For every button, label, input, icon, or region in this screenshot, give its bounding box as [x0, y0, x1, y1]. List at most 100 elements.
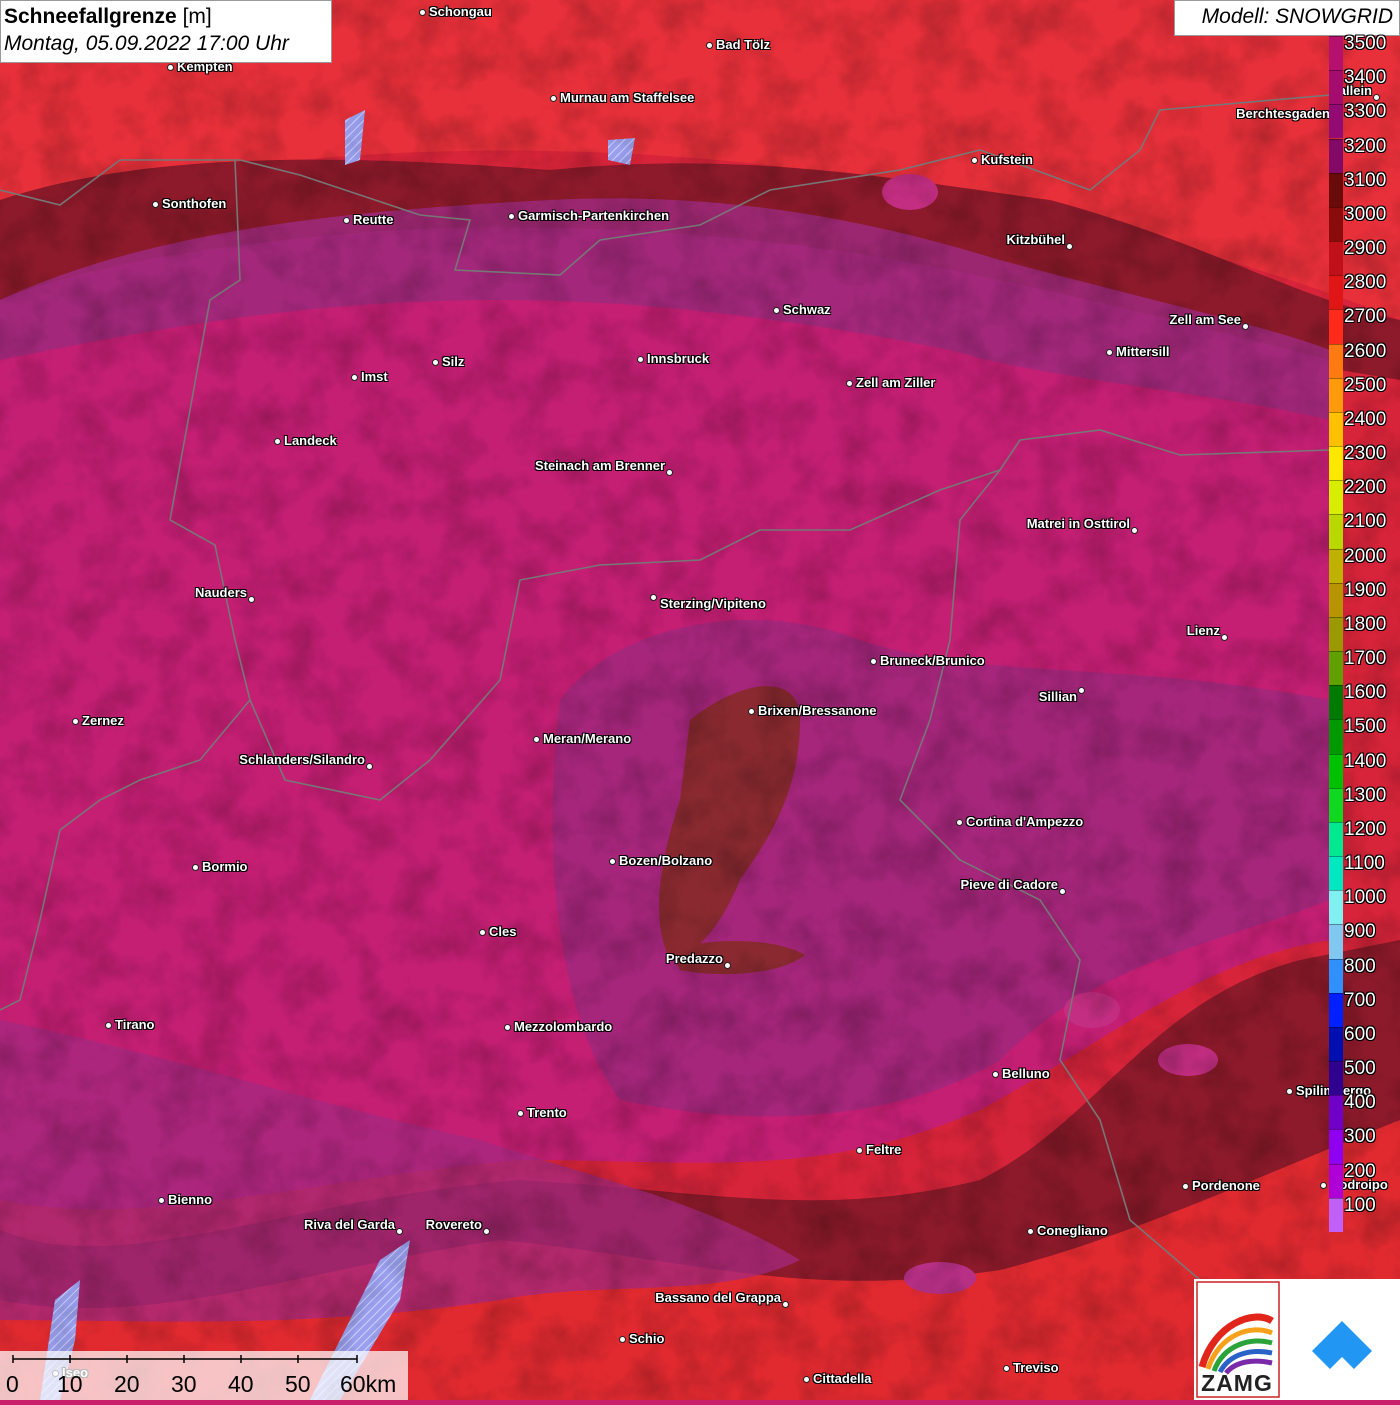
city-marker-matrei-in-osttirol: Matrei in Osttirol [1027, 517, 1138, 534]
legend-label-2300: 2300 [1344, 443, 1387, 465]
city-marker-kufstein: Kufstein [971, 153, 1033, 167]
scale-label-30: 30 [171, 1371, 197, 1397]
city-label-riva-del-garda: Riva del Garda [303, 1217, 395, 1232]
city-label-trento: Trento [527, 1105, 567, 1120]
scale-label-0: 0 [6, 1371, 19, 1397]
city-marker-reutte: Reutte [343, 213, 393, 227]
city-label-kufstein: Kufstein [981, 152, 1033, 167]
city-label-cortina-d-ampezzo: Cortina d'Ampezzo [966, 814, 1084, 829]
legend-swatch-1400 [1329, 753, 1343, 788]
legend-label-100: 100 [1344, 1194, 1376, 1216]
legend-label-2900: 2900 [1344, 238, 1387, 260]
city-label-pordenone: Pordenone [1192, 1178, 1260, 1193]
legend-label-1200: 1200 [1344, 818, 1387, 840]
city-dot-icon [971, 157, 978, 164]
zamg-logo-text: ZAMG [1201, 1370, 1273, 1396]
city-label-bozen-bolzano: Bozen/Bolzano [619, 853, 713, 868]
city-dot-icon [550, 95, 557, 102]
legend-label-600: 600 [1344, 1023, 1376, 1045]
legend-label-2500: 2500 [1344, 374, 1387, 396]
legend-label-3500: 3500 [1344, 33, 1387, 54]
city-dot-icon [724, 962, 731, 969]
city-dot-icon [666, 469, 673, 476]
city-dot-icon [351, 374, 358, 381]
city-dot-icon [432, 359, 439, 366]
legend-label-2800: 2800 [1344, 272, 1387, 294]
city-marker-schio: Schio [619, 1332, 664, 1346]
city-marker-bienno: Bienno [158, 1193, 212, 1207]
legend-swatch-2500 [1329, 377, 1343, 412]
city-label-zell-am-see: Zell am See [1169, 312, 1241, 327]
city-dot-icon [1003, 1365, 1010, 1372]
city-marker-zell-am-see: Zell am See [1169, 313, 1249, 330]
legend-swatch-1000 [1329, 890, 1343, 925]
city-label-innsbruck: Innsbruck [647, 351, 710, 366]
city-dot-icon [396, 1228, 403, 1235]
city-label-lienz: Lienz [1186, 623, 1220, 638]
city-label-steinach-am-brenner: Steinach am Brenner [534, 458, 665, 473]
scale-label-60km: 60km [340, 1371, 397, 1397]
city-marker-treviso: Treviso [1003, 1361, 1059, 1375]
city-marker-spilimbergo: Spilimbergo [1286, 1084, 1371, 1098]
city-label-kitzb-hel: Kitzbühel [1006, 232, 1066, 247]
city-label-bruneck-brunico: Bruneck/Brunico [880, 653, 985, 668]
city-marker-pieve-di-cadore: Pieve di Cadore [960, 878, 1066, 895]
legend-swatch-1100 [1329, 856, 1343, 891]
legend-swatch-1700 [1329, 651, 1343, 686]
city-label-bormio: Bormio [202, 859, 248, 874]
city-label-meran-merano: Meran/Merano [543, 731, 632, 746]
legend-label-1600: 1600 [1344, 682, 1387, 704]
legend-label-900: 900 [1344, 921, 1376, 943]
city-label-garmisch-partenkirchen: Garmisch-Partenkirchen [518, 208, 670, 223]
city-label-silz: Silz [442, 354, 465, 369]
city-marker-lienz: Lienz [1187, 624, 1228, 641]
legend-label-2400: 2400 [1344, 408, 1387, 430]
legend-label-700: 700 [1344, 989, 1376, 1011]
legend-label-2600: 2600 [1344, 340, 1387, 362]
city-marker-trento: Trento [517, 1106, 567, 1120]
city-label-treviso: Treviso [1013, 1360, 1059, 1375]
city-marker-bassano-del-grappa: Bassano del Grappa [655, 1291, 789, 1308]
legend-label-400: 400 [1344, 1092, 1376, 1114]
legend-label-1400: 1400 [1344, 750, 1387, 772]
legend-swatch-2000 [1329, 548, 1343, 583]
city-dot-icon [158, 1197, 165, 1204]
city-dot-icon [856, 1147, 863, 1154]
city-marker-schwaz: Schwaz [773, 303, 831, 317]
city-label-rovereto: Rovereto [425, 1217, 482, 1232]
city-dot-icon [1320, 1182, 1327, 1189]
city-dot-icon [1027, 1228, 1034, 1235]
city-marker-belluno: Belluno [992, 1067, 1050, 1081]
city-label-bassano-del-grappa: Bassano del Grappa [655, 1290, 781, 1305]
city-label-reutte: Reutte [353, 212, 394, 227]
legend-swatch-3200 [1329, 138, 1343, 173]
city-marker-silz: Silz [432, 355, 464, 369]
city-marker-sterzing-vipiteno: Sterzing/Vipiteno [650, 594, 766, 611]
city-dot-icon [483, 1228, 490, 1235]
city-dot-icon [650, 594, 657, 601]
city-dot-icon [1221, 634, 1228, 641]
city-label-zell-am-ziller: Zell am Ziller [856, 375, 936, 390]
scale-label-20: 20 [114, 1371, 140, 1397]
city-label-bad-t-lz: Bad Tölz [716, 37, 771, 52]
legend-swatch-2200 [1329, 480, 1343, 515]
city-label-belluno: Belluno [1002, 1066, 1050, 1081]
legend-swatch-400 [1329, 1095, 1343, 1130]
city-dot-icon [343, 217, 350, 224]
city-label-mittersill: Mittersill [1116, 344, 1170, 359]
legend-label-500: 500 [1344, 1058, 1376, 1080]
city-dot-icon [1131, 527, 1138, 534]
legend-swatch-100 [1329, 1197, 1343, 1232]
city-label-schwaz: Schwaz [783, 302, 831, 317]
city-label-brixen-bressanone: Brixen/Bressanone [758, 703, 877, 718]
city-marker-tirano: Tirano [105, 1018, 155, 1032]
city-marker-hallein: Hallein [1329, 84, 1380, 101]
legend-label-2200: 2200 [1344, 477, 1387, 499]
city-marker-sonthofen: Sonthofen [152, 197, 226, 211]
city-dot-icon [1078, 687, 1085, 694]
legend-swatch-300 [1329, 1129, 1343, 1164]
city-marker-sillian: Sillian [1039, 687, 1085, 704]
city-label-matrei-in-osttirol: Matrei in Osttirol [1026, 516, 1130, 531]
model-label: Modell: SNOWGRID [1174, 0, 1400, 36]
city-dot-icon [637, 356, 644, 363]
